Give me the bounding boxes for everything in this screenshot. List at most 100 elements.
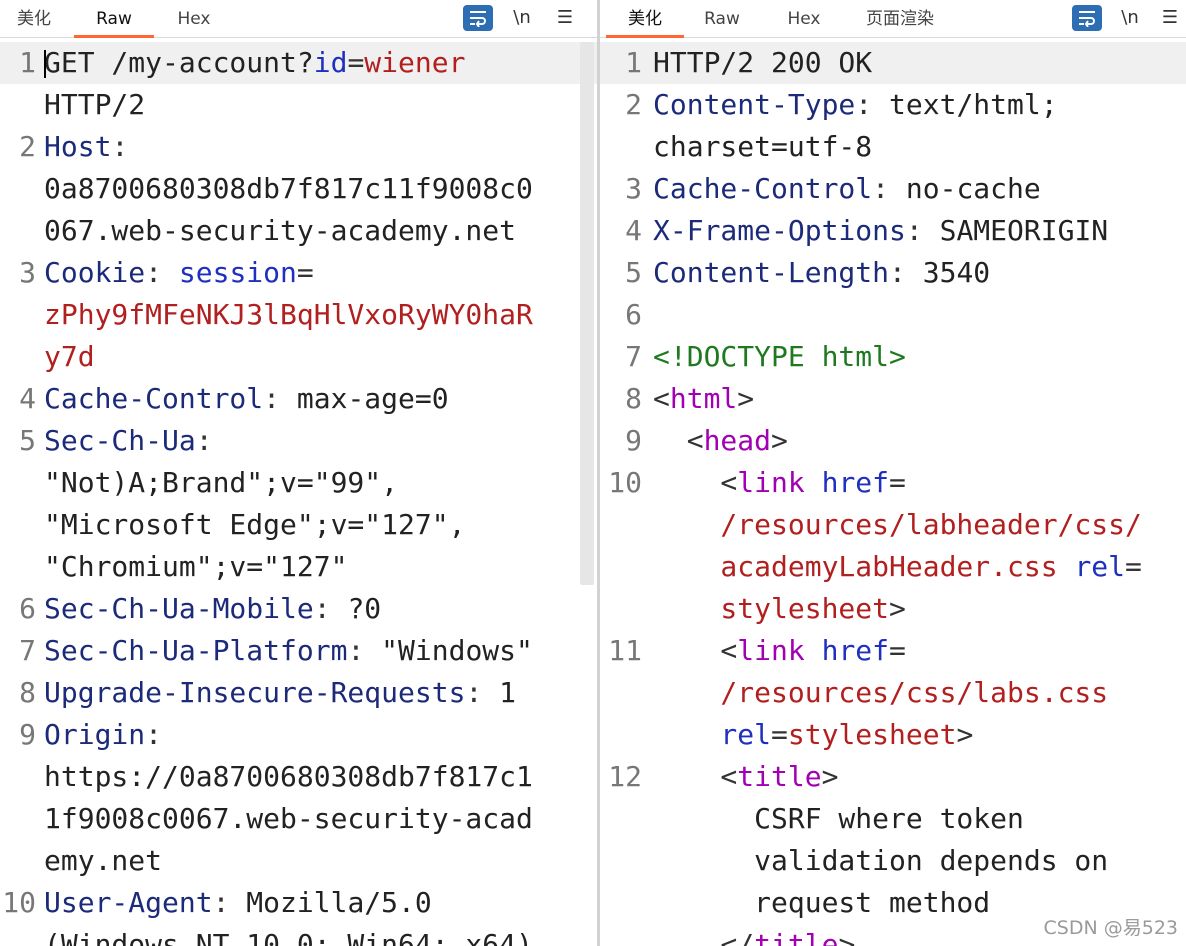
line-content: validation depends on (653, 840, 1108, 882)
line-content: Cache-Control: max-age=0 (44, 378, 449, 420)
request-tab-pretty[interactable]: 美化 (12, 0, 56, 38)
line-number: 5 (19, 424, 36, 457)
code-token: > (956, 718, 974, 751)
request-code-line: 067.web-security-academy.net (0, 210, 597, 252)
line-content: <!DOCTYPE html> (653, 336, 906, 378)
line-number: 3 (19, 256, 36, 289)
response-wrap-button[interactable] (1072, 5, 1102, 31)
request-wrap-button[interactable] (463, 5, 493, 31)
line-number: 4 (625, 214, 642, 247)
code-token: SAMEORIGIN (939, 214, 1109, 247)
line-content: <head> (653, 420, 788, 462)
code-token: > (771, 424, 788, 457)
code-token: href (821, 466, 890, 499)
line-content: <title> (653, 756, 838, 798)
request-editor[interactable]: 1 GET /my-account?id=wiener HTTP/2 2 Host: 0a… (0, 42, 597, 946)
request-tab-raw[interactable]: Raw (74, 0, 154, 38)
code-token: y7d (44, 340, 95, 373)
code-token: Cache-Control (44, 382, 264, 415)
line-number: 5 (625, 256, 642, 289)
line-number: 10 (2, 886, 36, 919)
line-content: "Not)A;Brand";v="99", (44, 462, 398, 504)
code-token: validation depends on (653, 844, 1109, 877)
line-content: Sec-Ch-Ua: (44, 420, 213, 462)
code-token: 1f9008c0067.web-security-acad (44, 802, 533, 835)
response-code-line: charset=utf-8 (600, 126, 1186, 168)
request-code-line: 1f9008c0067.web-security-acad (0, 798, 597, 840)
code-token: HTTP/2 (44, 88, 146, 121)
code-token: 067.web-security-academy.net (44, 214, 517, 247)
code-token: : (263, 382, 297, 415)
line-content: /resources/css/labs.css (653, 672, 1108, 714)
code-token: < (653, 382, 670, 415)
line-content: Upgrade-Insecure-Requests: 1 (44, 672, 516, 714)
line-content: Sec-Ch-Ua-Platform: "Windows" (44, 630, 533, 672)
response-tab-pretty[interactable]: 美化 (606, 0, 684, 38)
code-token: "Windows" (381, 634, 533, 667)
code-token: ?0 (347, 592, 382, 625)
code-token: User-Agent (44, 886, 213, 919)
response-newline-button[interactable]: \n (1116, 5, 1144, 31)
line-number: 7 (625, 340, 642, 373)
line-number: 3 (625, 172, 642, 205)
request-newline-button[interactable]: \n (508, 5, 536, 31)
code-token: charset=utf-8 (653, 130, 873, 163)
code-token: Cache-Control (653, 172, 873, 205)
code-token: : (889, 256, 923, 289)
code-token: Content-Type (653, 88, 856, 121)
response-tab-render[interactable]: 页面渲染 (862, 0, 938, 38)
request-code-line: 1 GET /my-account?id=wiener (0, 42, 597, 84)
request-code-line: (Windows NT 10.0; Win64; x64) (0, 924, 597, 946)
code-token: = (296, 256, 314, 289)
line-number: 2 (625, 88, 642, 121)
code-token: no-cache (905, 172, 1041, 205)
code-token: max-age=0 (296, 382, 449, 415)
line-number: 10 (608, 466, 642, 499)
line-content: <link href= (653, 462, 905, 504)
line-content: GET /my-account?id=wiener (44, 42, 465, 84)
request-code-line: "Microsoft Edge";v="127", (0, 504, 597, 546)
line-content: </title> (653, 924, 855, 946)
response-menu-icon[interactable]: ☰ (1158, 5, 1182, 31)
request-code-line: "Chromium";v="127" (0, 546, 597, 588)
code-token: = (347, 46, 365, 79)
response-code-line: 1 HTTP/2 200 OK (600, 42, 1186, 84)
code-token: title (754, 928, 839, 946)
response-tab-hex[interactable]: Hex (780, 0, 828, 38)
code-token: Sec-Ch-Ua-Platform (44, 634, 348, 667)
response-tab-raw[interactable]: Raw (700, 0, 744, 38)
code-token: link (737, 466, 822, 499)
line-content: 067.web-security-academy.net (44, 210, 516, 252)
code-token: : (111, 130, 129, 163)
response-tabbar: 美化 Raw Hex 页面渲染 \n ☰ (600, 0, 1186, 38)
response-code-line: 2 Content-Type: text/html; (600, 84, 1186, 126)
line-content: 1f9008c0067.web-security-acad (44, 798, 533, 840)
line-content: request method (653, 882, 990, 924)
request-menu-icon[interactable]: ☰ (551, 5, 579, 31)
request-code-line: 7 Sec-Ch-Ua-Platform: "Windows" (0, 630, 597, 672)
response-pane: 美化 Raw Hex 页面渲染 \n ☰ 1 HTTP/2 200 OK 2 Cont… (600, 0, 1186, 946)
code-token: = (771, 718, 788, 751)
response-editor[interactable]: 1 HTTP/2 200 OK 2 Content-Type: text/html; c… (600, 42, 1186, 946)
line-number: 11 (608, 634, 642, 667)
code-token: "Chromium";v="127" (44, 550, 348, 583)
code-token: CSRF where token (653, 802, 1024, 835)
request-tabbar: 美化 Raw Hex \n ☰ (0, 0, 597, 38)
request-code-line: 8 Upgrade-Insecure-Requests: 1 (0, 672, 597, 714)
request-code-line: HTTP/2 (0, 84, 597, 126)
code-token: link (737, 634, 822, 667)
code-token: : (872, 172, 906, 205)
code-token: > (838, 928, 856, 946)
code-token: html (669, 382, 738, 415)
line-content: charset=utf-8 (653, 126, 872, 168)
request-scrollbar[interactable] (580, 42, 594, 585)
code-token: <!DOCTYPE html> (653, 340, 906, 373)
line-content: 0a8700680308db7f817c11f9008c0 (44, 168, 533, 210)
code-token: Upgrade-Insecure-Requests (44, 676, 466, 709)
response-code-line: stylesheet> (600, 588, 1186, 630)
request-code-line: https://0a8700680308db7f817c1 (0, 756, 597, 798)
line-number: 1 (19, 46, 36, 79)
request-code-line: 9 Origin: (0, 714, 597, 756)
request-tab-hex[interactable]: Hex (170, 0, 218, 38)
line-number: 6 (19, 592, 36, 625)
